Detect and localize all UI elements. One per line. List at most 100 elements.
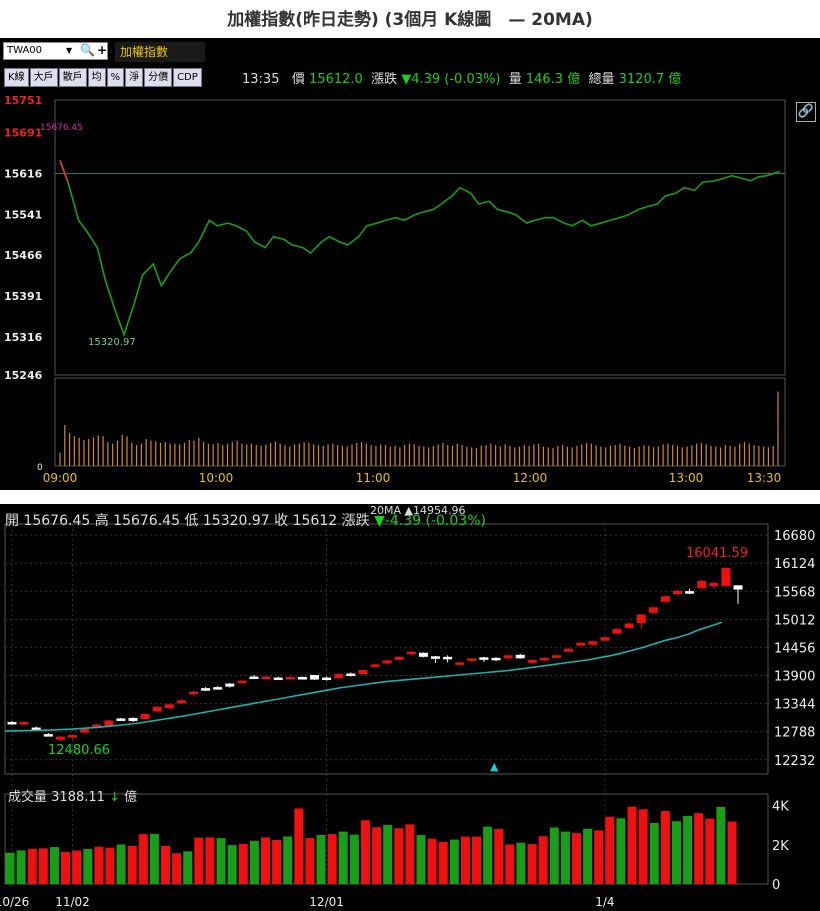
volume-bar — [83, 848, 93, 884]
candle-body — [406, 651, 416, 655]
intraday-chart: 15751 15691 15616 15541 15466 15391 15316 15246… — [4, 94, 786, 485]
y-tick-label: 13900 — [774, 670, 815, 685]
candle-body — [648, 607, 658, 613]
y-tick-label: 14456 — [774, 641, 815, 656]
volume-bar — [116, 844, 126, 884]
volume-bar — [449, 839, 459, 884]
volume-bar — [294, 808, 304, 884]
candle-body — [55, 736, 65, 740]
volume-bar — [360, 820, 370, 884]
candle-body — [467, 658, 477, 661]
candle-body — [346, 673, 356, 677]
volume-bar — [194, 837, 204, 884]
high-value: 15676.45 — [113, 513, 180, 529]
y-tick-label: 16124 — [774, 557, 815, 572]
intraday-panel: TWA00 ▼ 🔍 + 加權指數 K線 大戶 散戶 均 % 淨 分價 CDP 1… — [0, 38, 820, 490]
y-tick-label: 15391 — [4, 290, 42, 303]
volume-bar — [649, 822, 659, 884]
vol-value: 3188.11 — [51, 790, 105, 805]
candle-body — [152, 706, 162, 712]
candle-body — [358, 669, 368, 674]
price-line — [59, 160, 781, 338]
candle-body — [285, 677, 295, 680]
candle-body — [213, 687, 223, 690]
candle-body — [68, 735, 77, 738]
candle-body — [515, 654, 525, 659]
k-change-label: 漲跌 — [341, 513, 370, 529]
vol-arrow: ↓ — [109, 790, 120, 805]
y-tick-label: 12788 — [774, 726, 815, 741]
candle-body — [201, 688, 211, 691]
candle-body — [527, 659, 537, 663]
volume-bar — [138, 834, 148, 884]
volume-tick-label: 0 — [772, 878, 780, 893]
volume-bar — [383, 824, 393, 884]
candle-body — [104, 720, 114, 726]
y-tick-label: 15316 — [4, 331, 43, 344]
volume-bar — [94, 846, 104, 884]
volume-bar — [427, 838, 437, 884]
candle-body — [491, 657, 501, 661]
volume-bar — [505, 844, 515, 884]
volume-bar — [727, 821, 737, 884]
x-tick-label: 1/4 — [595, 895, 614, 909]
volume-bar — [327, 834, 337, 884]
candle-body — [19, 721, 29, 725]
y-tick-label: 15691 — [4, 127, 42, 140]
candle-body — [43, 734, 53, 737]
marker-icon: ▲ — [490, 760, 499, 773]
candle-body — [539, 657, 549, 661]
candle-body — [443, 656, 453, 660]
volume-bar — [205, 837, 215, 884]
candle-body — [660, 596, 670, 602]
volume-bar — [5, 852, 15, 884]
price-frame — [4, 523, 769, 775]
candle-body — [612, 629, 622, 634]
volume-bar — [305, 838, 315, 884]
candle-body — [7, 721, 17, 725]
high-annotation: 15676.45 — [40, 123, 83, 133]
open-segment — [59, 160, 69, 183]
page-title: 加權指數(昨日走勢) (3個月 K線圖 — 20MA) — [227, 10, 593, 30]
x-tick-label: 11/02 — [55, 895, 90, 909]
candle-body — [322, 677, 332, 681]
volume-bar — [216, 838, 226, 884]
candle-body — [128, 717, 138, 721]
volume-tick-label: 4K — [772, 800, 789, 815]
volume-bar — [627, 806, 637, 884]
candle-body — [176, 700, 186, 704]
candle-body — [600, 637, 610, 641]
ma-name: 20MA — [370, 504, 402, 517]
y-tick-label: 16680 — [774, 529, 815, 544]
volume-bar — [338, 831, 348, 884]
candle-body — [164, 704, 174, 709]
x-tick-label: 12:00 — [513, 471, 548, 485]
candle-body — [636, 614, 646, 623]
volume-bar — [538, 836, 548, 884]
candle-body — [370, 664, 380, 667]
volume-header: 成交量 3188.11 ↓ 億 — [8, 786, 137, 805]
x-tick-label: 10:00 — [199, 471, 234, 485]
open-value: 15676.45 — [23, 513, 91, 529]
volume-bar — [127, 845, 137, 884]
volume-bar — [472, 836, 482, 884]
volume-bar — [605, 816, 615, 884]
ma-value: ▲14954.96 — [404, 504, 466, 517]
volume-bar — [238, 843, 248, 884]
candle-body — [394, 656, 404, 660]
candle-body — [273, 677, 283, 681]
x-tick-label: 10/26 — [0, 895, 29, 909]
volume-bar — [260, 837, 270, 884]
volume-bar — [671, 821, 681, 884]
y-tick-label: 15012 — [774, 613, 815, 628]
y-tick-label: 15246 — [4, 369, 43, 382]
volume-bar — [72, 850, 82, 884]
candle-body — [382, 660, 392, 664]
volume-bar — [394, 828, 404, 884]
volume-bar — [272, 839, 282, 884]
volume-bar — [16, 850, 26, 884]
volume-bar — [149, 833, 159, 884]
candle-body — [685, 591, 695, 594]
candle-body — [564, 648, 574, 652]
volume-bar — [683, 815, 693, 884]
